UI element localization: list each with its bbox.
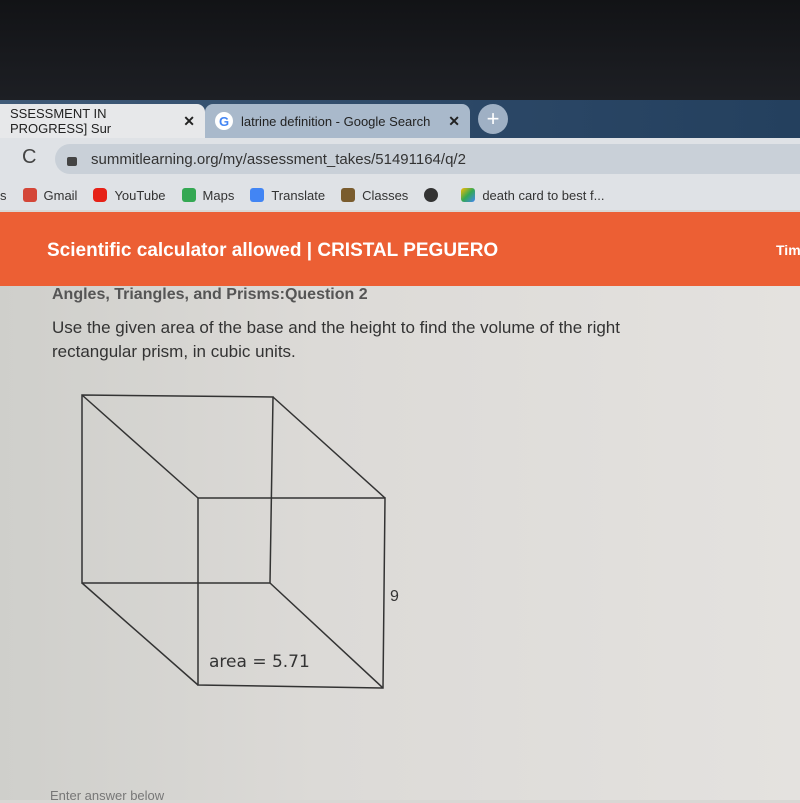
bookmark-translate[interactable]: Translate bbox=[250, 188, 325, 203]
bookmark-apps[interactable]: s bbox=[0, 188, 7, 203]
prism-back-face bbox=[81, 394, 274, 584]
drive-icon bbox=[461, 188, 476, 202]
bookmark-classes[interactable]: Classes bbox=[341, 188, 408, 203]
bookmark-gmail[interactable]: Gmail bbox=[22, 187, 78, 203]
youtube-icon bbox=[93, 188, 108, 202]
prism-edge bbox=[81, 582, 199, 686]
tab-assessment[interactable]: SSESSMENT IN PROGRESS] Sur ✕ bbox=[0, 104, 205, 138]
toolbar: C summitlearning.org/my/assessment_takes… bbox=[0, 138, 800, 180]
question-content: Angles, Triangles, and Prisms:Question 2… bbox=[0, 286, 800, 803]
bookmark-youtube[interactable]: YouTube bbox=[93, 187, 166, 203]
bookmark-label: Classes bbox=[362, 187, 409, 203]
bookmark-label: Maps bbox=[202, 187, 235, 203]
area-label: area = 5.71 bbox=[209, 652, 310, 672]
bookmark-drive[interactable]: death card to best f... bbox=[461, 188, 604, 203]
prism-edge bbox=[269, 582, 384, 689]
close-icon[interactable]: ✕ bbox=[183, 113, 195, 130]
prism-diagram bbox=[81, 394, 386, 689]
address-bar[interactable]: summitlearning.org/my/assessment_takes/5… bbox=[55, 144, 800, 174]
tab-label: latrine definition - Google Search bbox=[241, 113, 431, 129]
google-icon: G bbox=[215, 112, 233, 130]
timer-label: Tim bbox=[776, 242, 800, 258]
url-text: summitlearning.org/my/assessment_takes/5… bbox=[91, 150, 466, 168]
bookmark-globe[interactable] bbox=[424, 188, 445, 202]
translate-icon bbox=[250, 188, 265, 202]
prism-edge bbox=[81, 394, 199, 499]
maps-icon bbox=[181, 188, 196, 202]
lock-icon bbox=[67, 156, 77, 166]
tab-label: SSESSMENT IN PROGRESS] Sur bbox=[10, 106, 112, 136]
bookmark-label: YouTube bbox=[114, 187, 166, 203]
screen-bezel bbox=[0, 0, 800, 100]
answer-prompt: Enter answer below bbox=[50, 788, 165, 803]
gmail-icon bbox=[22, 188, 37, 202]
height-label: 9 bbox=[390, 588, 399, 605]
bookmark-label: Translate bbox=[271, 187, 326, 203]
prism-edge bbox=[272, 396, 386, 499]
tab-google-search[interactable]: Glatrine definition - Google Search ✕ bbox=[205, 104, 470, 138]
close-icon[interactable]: ✕ bbox=[448, 113, 460, 130]
new-tab-button[interactable]: + bbox=[478, 104, 508, 134]
bookmark-maps[interactable]: Maps bbox=[181, 187, 235, 203]
bookmark-label: death card to best f... bbox=[482, 187, 605, 203]
classroom-icon bbox=[341, 188, 356, 202]
assessment-banner: Scientific calculator allowed | CRISTAL … bbox=[0, 212, 800, 286]
bookmarks-bar: s Gmail YouTube Maps Translate Classes d… bbox=[0, 180, 800, 210]
reload-icon[interactable]: C bbox=[22, 146, 36, 169]
tab-bar: SSESSMENT IN PROGRESS] Sur ✕ Glatrine def… bbox=[0, 100, 800, 138]
bookmark-label: s bbox=[0, 187, 7, 203]
bookmark-label: Gmail bbox=[43, 187, 78, 203]
banner-title: Scientific calculator allowed | CRISTAL … bbox=[47, 240, 499, 261]
globe-icon bbox=[424, 188, 439, 202]
